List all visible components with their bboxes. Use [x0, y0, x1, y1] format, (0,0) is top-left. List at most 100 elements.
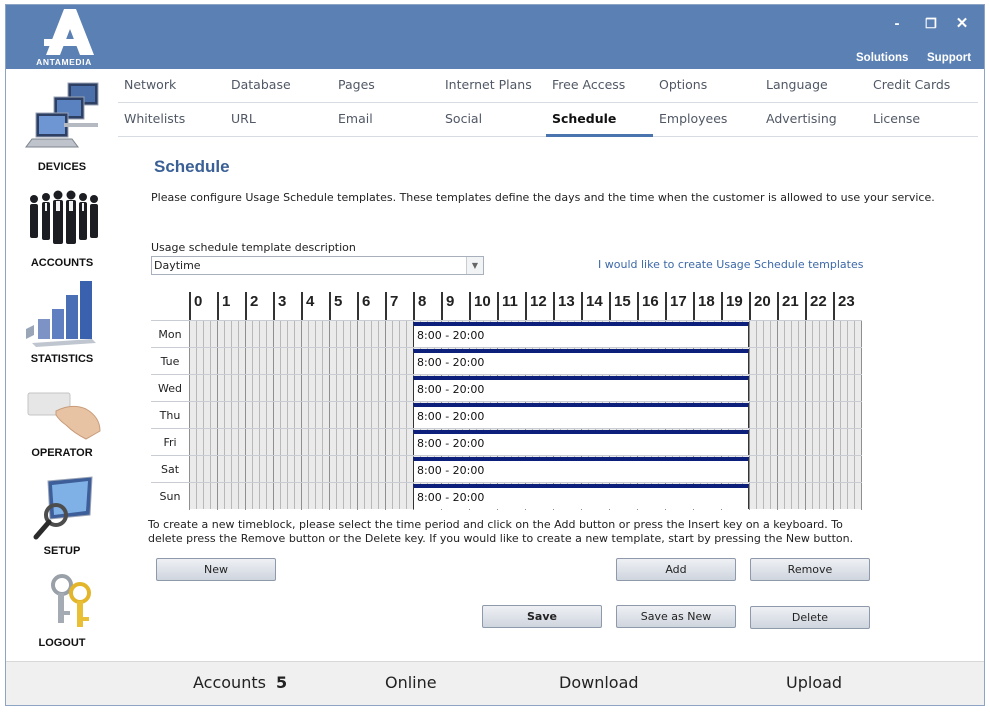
timeblock[interactable]: 8:00 - 20:00	[413, 430, 749, 455]
day-label: Sun	[151, 482, 189, 509]
help-text: To create a new timeblock, please select…	[148, 518, 854, 545]
hour-gridline	[777, 483, 778, 510]
day-time-cells[interactable]: 8:00 - 20:00	[189, 482, 862, 510]
timeblock[interactable]: 8:00 - 20:00	[413, 484, 749, 509]
hour-gridline	[833, 375, 834, 402]
upload-status: Upload	[786, 673, 843, 692]
tab-email[interactable]: Email	[332, 103, 439, 137]
timeblock[interactable]: 8:00 - 20:00	[413, 403, 749, 428]
hour-label: 14	[581, 292, 603, 320]
tab-social[interactable]: Social	[439, 103, 546, 137]
hour-gridline	[189, 483, 190, 510]
day-time-cells[interactable]: 8:00 - 20:00	[189, 320, 862, 348]
tab-advertising[interactable]: Advertising	[760, 103, 867, 137]
operator-icon	[27, 392, 101, 440]
tab-employees[interactable]: Employees	[653, 103, 760, 137]
hour-gridline	[217, 456, 218, 483]
day-row: Mon 8:00 - 20:00	[151, 320, 863, 348]
hour-gridline	[329, 429, 330, 456]
solutions-link[interactable]: Solutions	[856, 52, 908, 64]
hour-gridline	[245, 348, 246, 375]
hour-gridline	[805, 348, 806, 375]
save-button[interactable]: Save	[482, 605, 602, 628]
add-button[interactable]: Add	[616, 558, 736, 581]
day-row: Fri 8:00 - 20:00	[151, 428, 863, 456]
tab-database[interactable]: Database	[225, 69, 332, 103]
schedule-panel: Schedule Please configure Usage Schedule…	[118, 139, 984, 661]
hour-label: 2	[245, 292, 258, 320]
tab-pages[interactable]: Pages	[332, 69, 439, 103]
delete-button[interactable]: Delete	[750, 606, 870, 629]
sidebar-item-label: OPERATOR	[31, 447, 93, 459]
hour-gridline	[749, 429, 750, 456]
hour-gridline	[749, 375, 750, 402]
sidebar-item-statistics[interactable]: STATISTICS	[6, 275, 118, 367]
sidebar-item-label: STATISTICS	[30, 353, 94, 365]
hour-gridline	[805, 321, 806, 348]
hour-gridline	[833, 429, 834, 456]
timeblock[interactable]: 8:00 - 20:00	[413, 349, 749, 374]
sidebar-item-devices[interactable]: DEVICES	[6, 79, 118, 175]
tab-options[interactable]: Options	[653, 69, 760, 103]
create-templates-link[interactable]: I would like to create Usage Schedule te…	[598, 258, 863, 271]
tab-network[interactable]: Network	[118, 69, 225, 103]
hour-gridline	[301, 321, 302, 348]
hour-gridline	[777, 429, 778, 456]
sidebar-item-accounts[interactable]: ACCOUNTS	[6, 181, 118, 271]
day-label: Mon	[151, 320, 189, 347]
tab-language[interactable]: Language	[760, 69, 867, 103]
tab-credit-cards[interactable]: Credit Cards	[867, 69, 974, 103]
day-time-cells[interactable]: 8:00 - 20:00	[189, 428, 862, 456]
hour-gridline	[301, 483, 302, 510]
minimize-button[interactable]: -	[886, 15, 908, 33]
hour-gridline	[777, 348, 778, 375]
hour-gridline	[861, 321, 862, 348]
sidebar-item-setup[interactable]: SETUP	[6, 473, 118, 563]
download-status: Download	[559, 673, 639, 692]
hour-gridline	[777, 375, 778, 402]
new-button[interactable]: New	[156, 558, 276, 581]
hour-gridline	[749, 483, 750, 510]
tab-license[interactable]: License	[867, 103, 974, 137]
sidebar: DEVICES ACCOUNTS STATISTICS OPERATOR SET…	[6, 69, 118, 661]
hour-gridline	[217, 348, 218, 375]
hour-gridline	[189, 375, 190, 402]
hour-gridline	[217, 402, 218, 429]
day-time-cells[interactable]: 8:00 - 20:00	[189, 455, 862, 483]
restore-button[interactable]: ❐	[920, 15, 942, 33]
day-time-cells[interactable]: 8:00 - 20:00	[189, 347, 862, 375]
timeblock[interactable]: 8:00 - 20:00	[413, 322, 749, 347]
hour-gridline	[273, 348, 274, 375]
sidebar-item-logout[interactable]: LOGOUT	[6, 569, 118, 655]
hour-gridline	[749, 348, 750, 375]
accounts-status: Accounts 5	[193, 673, 287, 692]
hour-gridline	[189, 321, 190, 348]
tab-internet-plans[interactable]: Internet Plans	[439, 69, 546, 103]
tab-schedule[interactable]: Schedule	[546, 103, 653, 137]
timeblock[interactable]: 8:00 - 20:00	[413, 457, 749, 482]
timeblock[interactable]: 8:00 - 20:00	[413, 376, 749, 401]
hour-label: 3	[273, 292, 286, 320]
sidebar-item-label: ACCOUNTS	[30, 257, 94, 269]
hour-label: 4	[301, 292, 314, 320]
hour-gridline	[273, 321, 274, 348]
header-bar: ANTAMEDIA - ❐ ✕ Solutions Support	[6, 5, 984, 69]
template-select[interactable]: Daytime ▼	[151, 256, 484, 275]
hour-gridline	[385, 375, 386, 402]
tab-whitelists[interactable]: Whitelists	[118, 103, 225, 137]
hour-gridline	[805, 483, 806, 510]
sidebar-item-operator[interactable]: OPERATOR	[6, 379, 118, 465]
hour-gridline	[245, 375, 246, 402]
day-time-cells[interactable]: 8:00 - 20:00	[189, 374, 862, 402]
day-time-cells[interactable]: 8:00 - 20:00	[189, 401, 862, 429]
online-status: Online	[385, 673, 437, 692]
chevron-down-icon[interactable]: ▼	[466, 257, 483, 274]
tab-free-access[interactable]: Free Access	[546, 69, 653, 103]
support-link[interactable]: Support	[927, 52, 971, 64]
save-as-new-button[interactable]: Save as New	[616, 605, 736, 628]
tab-url[interactable]: URL	[225, 103, 332, 137]
hour-label: 23	[833, 292, 855, 320]
close-button[interactable]: ✕	[951, 15, 973, 33]
remove-button[interactable]: Remove	[750, 558, 870, 581]
hour-label: 8	[413, 292, 426, 320]
